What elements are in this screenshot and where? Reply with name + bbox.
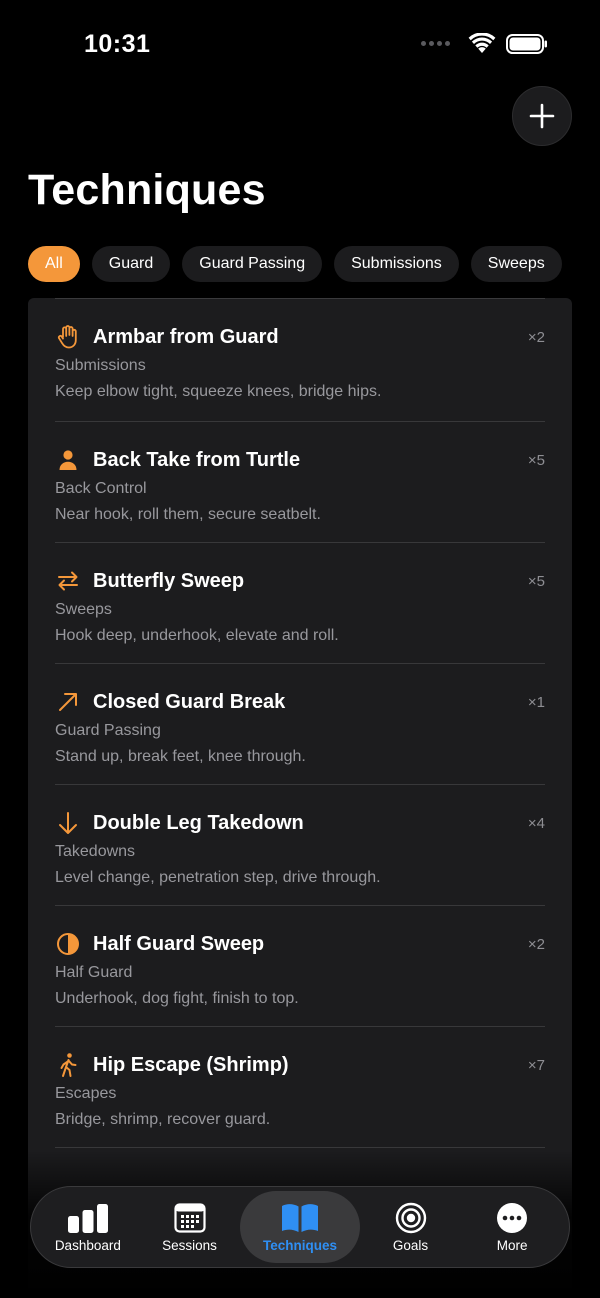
wifi-icon xyxy=(468,33,496,53)
tab-bar: Dashboard Sessions Techniques Goals More xyxy=(30,1186,570,1268)
practice-count: ×5 xyxy=(527,572,545,590)
technique-row[interactable]: Double Leg Takedown ×4 Takedowns Level c… xyxy=(28,785,572,906)
technique-note: Near hook, roll them, secure seatbelt. xyxy=(55,506,321,523)
tab-more[interactable]: More xyxy=(461,1191,563,1263)
practice-count: ×5 xyxy=(527,451,545,469)
book-icon xyxy=(281,1201,319,1235)
status-time: 10:31 xyxy=(84,30,151,58)
technique-category: Guard Passing xyxy=(55,722,161,739)
ellipsis-circle-icon xyxy=(496,1201,528,1235)
technique-note: Underhook, dog fight, finish to top. xyxy=(55,990,299,1007)
technique-row[interactable]: Half Guard Sweep ×2 Half Guard Underhook… xyxy=(28,906,572,1027)
practice-count: ×1 xyxy=(527,693,545,711)
technique-note: Hook deep, underhook, elevate and roll. xyxy=(55,627,339,644)
target-icon xyxy=(395,1201,427,1235)
technique-category: Half Guard xyxy=(55,964,133,981)
filter-chip-all[interactable]: All xyxy=(28,246,80,282)
filter-chip-sweeps[interactable]: Sweeps xyxy=(470,246,562,282)
tab-goals[interactable]: Goals xyxy=(360,1191,462,1263)
status-indicators xyxy=(421,33,548,54)
calendar-icon xyxy=(173,1201,206,1235)
add-technique-button[interactable] xyxy=(512,86,572,146)
tab-sessions[interactable]: Sessions xyxy=(139,1191,241,1263)
person-icon xyxy=(55,447,81,473)
technique-row[interactable]: Closed Guard Break ×1 Guard Passing Stan… xyxy=(28,664,572,785)
half-circle-icon xyxy=(55,931,81,957)
technique-note: Level change, penetration step, drive th… xyxy=(55,869,381,886)
technique-title: Hip Escape (Shrimp) xyxy=(93,1053,289,1076)
bar-chart-icon xyxy=(67,1201,109,1235)
technique-title: Butterfly Sweep xyxy=(93,569,245,592)
practice-count: ×2 xyxy=(527,935,545,953)
walking-figure-icon xyxy=(55,1052,81,1078)
technique-row[interactable]: Back Take from Turtle ×5 Back Control Ne… xyxy=(28,422,572,543)
practice-count: ×4 xyxy=(527,814,545,832)
tab-label: Techniques xyxy=(263,1238,338,1253)
technique-title: Armbar from Guard xyxy=(93,325,279,348)
technique-title: Half Guard Sweep xyxy=(93,932,265,955)
technique-category: Sweeps xyxy=(55,601,112,618)
plus-icon xyxy=(529,103,555,129)
tab-label: More xyxy=(496,1238,528,1253)
status-bar: 10:31 xyxy=(0,0,600,90)
technique-category: Escapes xyxy=(55,1085,117,1102)
page-title: Techniques xyxy=(28,166,266,214)
cellular-signal-icon xyxy=(421,41,450,46)
technique-row[interactable]: Butterfly Sweep ×5 Sweeps Hook deep, und… xyxy=(28,543,572,664)
row-divider xyxy=(55,1147,545,1148)
technique-note: Bridge, shrimp, recover guard. xyxy=(55,1111,271,1128)
arrow-down-icon xyxy=(55,810,81,836)
battery-icon xyxy=(506,33,547,54)
technique-category: Back Control xyxy=(55,480,147,497)
technique-title: Back Take from Turtle xyxy=(93,448,301,471)
technique-category: Submissions xyxy=(55,357,146,374)
technique-list: Armbar from Guard ×2 Submissions Keep el… xyxy=(28,298,572,1298)
filter-chip-guard-passing[interactable]: Guard Passing xyxy=(182,246,323,282)
tab-label: Goals xyxy=(392,1238,429,1253)
filter-chip-guard[interactable]: Guard xyxy=(91,246,171,282)
technique-row[interactable]: Hip Escape (Shrimp) ×7 Escapes Bridge, s… xyxy=(28,1027,572,1148)
technique-note: Stand up, break feet, knee through. xyxy=(55,748,306,765)
swap-arrows-icon xyxy=(55,568,81,594)
technique-category: Takedowns xyxy=(55,843,136,860)
technique-row[interactable]: Armbar from Guard ×2 Submissions Keep el… xyxy=(28,299,572,422)
technique-note: Keep elbow tight, squeeze knees, bridge … xyxy=(55,383,382,400)
tab-dashboard[interactable]: Dashboard xyxy=(37,1191,139,1263)
technique-title: Closed Guard Break xyxy=(93,690,286,713)
category-filter-bar: All Guard Guard Passing Submissions Swee… xyxy=(28,246,600,282)
tab-label: Dashboard xyxy=(54,1238,121,1253)
practice-count: ×2 xyxy=(527,328,545,346)
filter-chip-submissions[interactable]: Submissions xyxy=(334,246,459,282)
hand-icon xyxy=(55,324,81,350)
practice-count: ×7 xyxy=(527,1056,545,1074)
arrow-up-right-icon xyxy=(55,689,81,715)
tab-techniques[interactable]: Techniques xyxy=(240,1191,360,1263)
technique-title: Double Leg Takedown xyxy=(93,811,304,834)
tab-label: Sessions xyxy=(162,1238,217,1253)
